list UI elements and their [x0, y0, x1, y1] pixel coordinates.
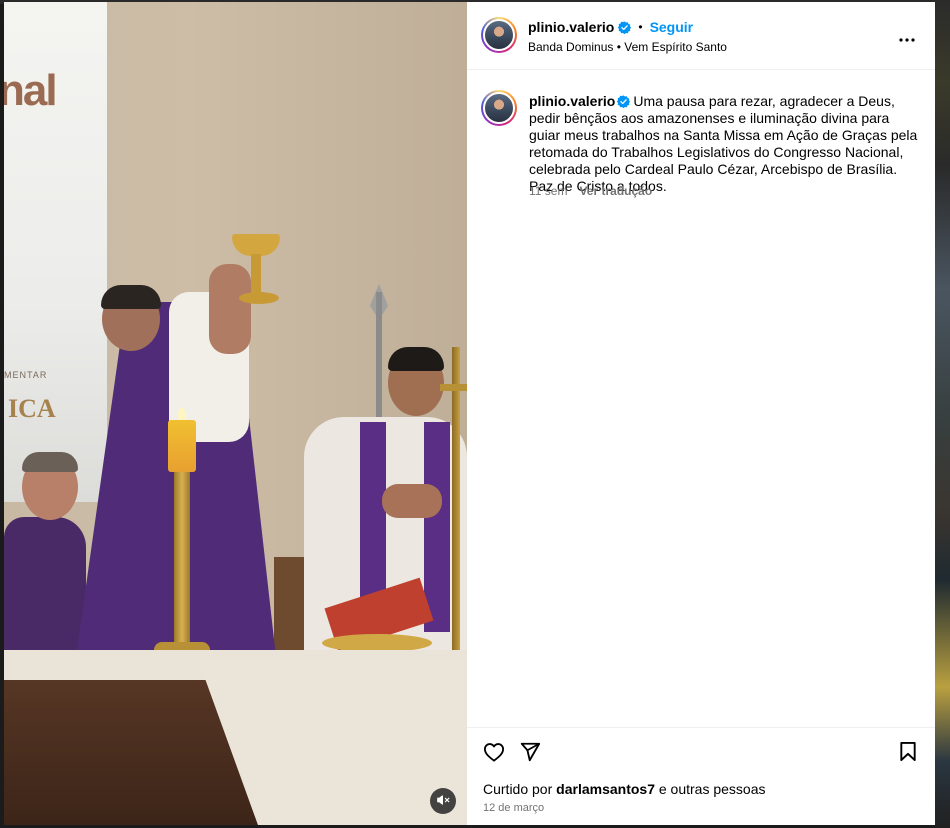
post-actions-footer: Curtido por darlamsantos7 e outras pesso… — [467, 727, 935, 825]
save-button[interactable] — [895, 740, 921, 766]
heart-icon — [483, 742, 505, 765]
projection-screen: nal MENTAR ICA — [4, 2, 107, 502]
post-date[interactable]: 12 de março — [483, 802, 544, 814]
post-header: plinio.valerio • Seguir Banda Dominus • … — [467, 2, 935, 70]
post-modal: nal MENTAR ICA plinio.valerio • Seguir B… — [4, 2, 935, 825]
verified-badge-icon — [618, 20, 632, 34]
caption-username-link[interactable]: plinio.valerio — [529, 93, 615, 109]
more-options-icon — [899, 26, 915, 47]
like-button[interactable] — [481, 740, 507, 766]
see-translation-button[interactable]: Ver tradução — [579, 184, 652, 198]
liked-by-user-link[interactable]: darlamsantos7 — [556, 781, 655, 797]
backdrop-feed-strip — [935, 0, 950, 828]
share-button[interactable] — [517, 740, 543, 766]
caption-age[interactable]: 11 sem — [529, 184, 567, 198]
liked-by-text: Curtido por darlamsantos7 e outras pesso… — [483, 781, 766, 797]
mute-button[interactable] — [430, 788, 456, 814]
separator-dot: • — [638, 20, 643, 34]
username-link[interactable]: plinio.valerio — [528, 19, 614, 35]
more-options-button[interactable] — [895, 24, 919, 48]
post-details-panel: plinio.valerio • Seguir Banda Dominus • … — [467, 2, 935, 825]
follow-button[interactable]: Seguir — [650, 19, 694, 35]
caption-avatar[interactable] — [481, 90, 517, 126]
avatar[interactable] — [481, 17, 517, 53]
processional-cross — [452, 347, 460, 657]
post-location[interactable]: Banda Dominus • Vem Espírito Santo — [528, 40, 727, 54]
paper-plane-icon — [519, 741, 541, 766]
muted-speaker-icon — [436, 793, 450, 810]
post-video[interactable]: nal MENTAR ICA — [4, 2, 467, 825]
bookmark-icon — [899, 741, 917, 765]
verified-badge-icon — [617, 95, 631, 108]
candle — [168, 420, 196, 472]
